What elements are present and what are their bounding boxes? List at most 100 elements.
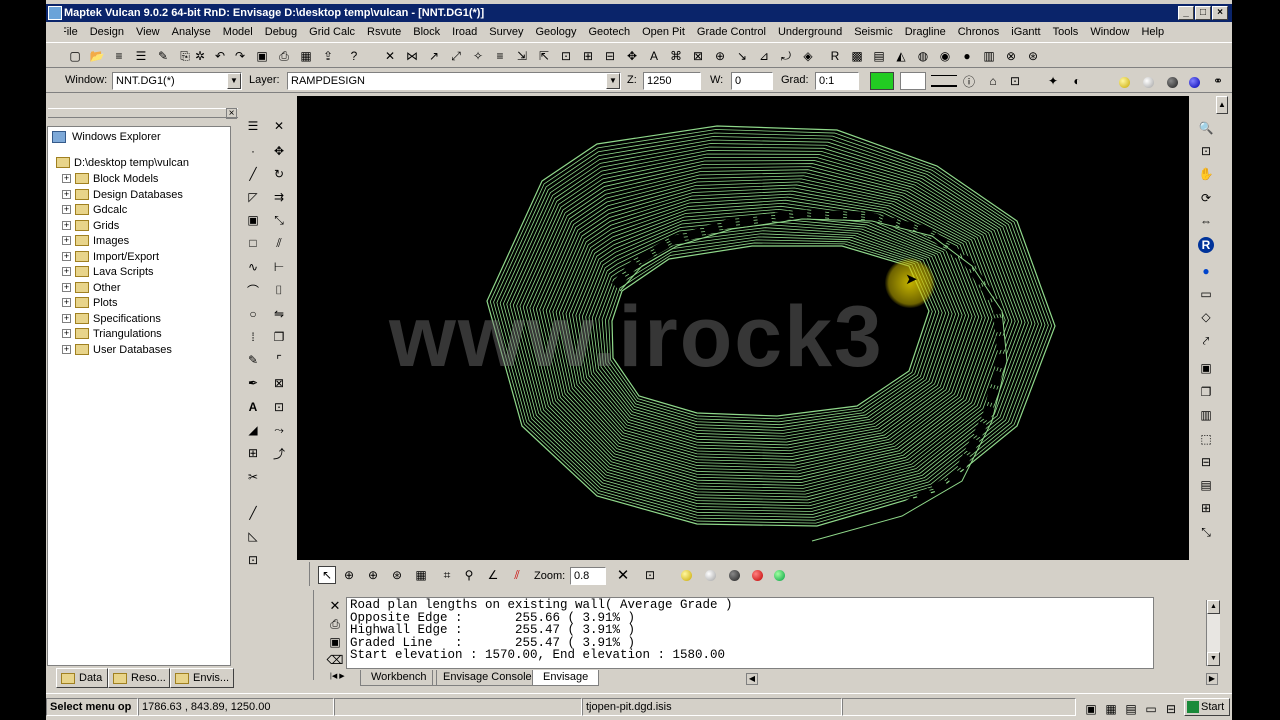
red-sphere-icon[interactable]: [752, 570, 763, 581]
menu-dragline[interactable]: Dragline: [899, 26, 952, 38]
tab-workbench[interactable]: Workbench: [360, 670, 438, 686]
undo-icon[interactable]: ↶: [211, 47, 229, 65]
console-scrollbar[interactable]: ▲ ▼: [1206, 600, 1220, 666]
menu-survey[interactable]: Survey: [483, 26, 529, 38]
status-icon-3[interactable]: ▤: [1122, 700, 1140, 718]
tree-item-triangulations[interactable]: + Triangulations: [62, 326, 162, 341]
menu-seismic[interactable]: Seismic: [848, 26, 899, 38]
image-tool-icon[interactable]: ▣: [243, 210, 263, 230]
design-tool-15-icon[interactable]: ⊕: [711, 47, 729, 65]
explorer-dock-grip[interactable]: [48, 108, 238, 118]
extend-icon[interactable]: ⊠: [269, 373, 289, 393]
close-icon[interactable]: ×: [226, 108, 237, 119]
menu-grade-control[interactable]: Grade Control: [691, 26, 772, 38]
erase-icon[interactable]: ⌫: [326, 651, 344, 669]
tab-first-icon[interactable]: |◀: [330, 672, 337, 686]
white-sphere-icon[interactable]: [705, 570, 716, 581]
menu-tools[interactable]: Tools: [1047, 26, 1085, 38]
status-icon-4[interactable]: ▭: [1142, 700, 1160, 718]
text-tool-icon[interactable]: A: [243, 397, 263, 417]
expand-icon[interactable]: +: [62, 205, 71, 214]
menu-igantt[interactable]: iGantt: [1005, 26, 1046, 38]
design-tool-16-icon[interactable]: ↘: [733, 47, 751, 65]
survey-icon[interactable]: ⚲: [460, 566, 478, 584]
view-2-icon[interactable]: ❐: [1196, 382, 1216, 402]
view-3-icon[interactable]: ▥: [1196, 405, 1216, 425]
tree-item-block-models[interactable]: + Block Models: [62, 171, 158, 186]
design-tool-17-icon[interactable]: ⊿: [755, 47, 773, 65]
bracket-icon[interactable]: ⌷: [269, 280, 289, 300]
expand-icon[interactable]: +: [62, 329, 71, 338]
tab-resources[interactable]: Reso...: [108, 668, 170, 688]
curve-tool-icon[interactable]: ∿: [243, 257, 263, 277]
menu-analyse[interactable]: Analyse: [166, 26, 217, 38]
tree-item-grids[interactable]: + Grids: [62, 218, 119, 233]
menu-chronos[interactable]: Chronos: [952, 26, 1006, 38]
view-4-icon[interactable]: ⬚: [1196, 429, 1216, 449]
design-tool-2-icon[interactable]: ⋈: [403, 47, 421, 65]
image-icon[interactable]: ▦: [297, 47, 315, 65]
grid-display-icon[interactable]: ▦: [412, 566, 430, 584]
rectangle-tool-icon[interactable]: □: [243, 233, 263, 253]
cancel-icon[interactable]: ✕: [614, 566, 632, 584]
copy-icon[interactable]: ❐: [269, 327, 289, 347]
design-tool-12-icon[interactable]: ✥: [623, 47, 641, 65]
view-7-icon[interactable]: ⊞: [1196, 498, 1216, 518]
expand-icon[interactable]: +: [62, 190, 71, 199]
measure-tool-icon[interactable]: ◺: [243, 526, 263, 546]
export-icon[interactable]: ⇪: [319, 47, 337, 65]
yellow-sphere-icon[interactable]: [1119, 77, 1130, 88]
info-icon[interactable]: ⓘ: [960, 72, 978, 90]
design-tool-11-icon[interactable]: ⊟: [601, 47, 619, 65]
tree-item-images[interactable]: + Images: [62, 233, 129, 248]
expand-icon[interactable]: +: [62, 267, 71, 276]
print-icon[interactable]: ⎙: [275, 47, 293, 65]
z-input[interactable]: 1250: [643, 72, 701, 90]
menu-view[interactable]: View: [130, 26, 166, 38]
zoom-input[interactable]: 0.8: [570, 567, 606, 585]
fill-tool-icon[interactable]: ◢: [243, 420, 263, 440]
scroll-down-icon[interactable]: ▼: [1207, 652, 1220, 666]
snap-line-icon[interactable]: ⊛: [388, 566, 406, 584]
blue-sphere-icon[interactable]: [1189, 77, 1200, 88]
offset-icon[interactable]: ⊡: [269, 397, 289, 417]
stack-icon[interactable]: ☰: [132, 47, 150, 65]
tree-root[interactable]: D:\desktop temp\vulcan: [56, 155, 189, 170]
close-button[interactable]: ×: [1212, 6, 1228, 20]
expand-icon[interactable]: +: [62, 221, 71, 230]
expand-icon[interactable]: +: [62, 345, 71, 354]
pattern-swatch[interactable]: [900, 72, 926, 90]
tree-item-gdcalc[interactable]: + Gdcalc: [62, 202, 127, 217]
tree-item-specifications[interactable]: + Specifications: [62, 311, 161, 326]
green-sphere-icon[interactable]: [774, 570, 785, 581]
snap-point-icon[interactable]: ⊕: [364, 566, 382, 584]
design-tool-4-icon[interactable]: ⤢: [447, 47, 465, 65]
zoom-window-icon[interactable]: ⊡: [1196, 141, 1216, 161]
triangulation-icon[interactable]: ◭: [892, 47, 910, 65]
design-tool-7-icon[interactable]: ⇲: [513, 47, 531, 65]
section-view-icon[interactable]: ◇: [1196, 307, 1216, 327]
menu-grid-calc[interactable]: Grid Calc: [303, 26, 361, 38]
scroll-up-icon[interactable]: ▲: [1216, 96, 1228, 114]
tab-next-icon[interactable]: ▶: [339, 672, 344, 686]
menu-geology[interactable]: Geology: [530, 26, 583, 38]
design-tool-3-icon[interactable]: ↗: [425, 47, 443, 65]
save-icon[interactable]: ▣: [326, 633, 344, 651]
hatch-icon[interactable]: ⫽: [508, 566, 526, 584]
start-button[interactable]: Start: [1184, 698, 1230, 716]
text-tool-icon[interactable]: A: [645, 47, 663, 65]
view-6-icon[interactable]: ▤: [1196, 475, 1216, 495]
white-sphere-icon[interactable]: [1143, 77, 1154, 88]
console-grip[interactable]: [298, 590, 314, 680]
expand-icon[interactable]: +: [62, 236, 71, 245]
pen-tool-icon[interactable]: ✒: [243, 373, 263, 393]
menu-rsvute[interactable]: Rsvute: [361, 26, 407, 38]
block-model-icon[interactable]: ▩: [848, 47, 866, 65]
rotate-icon[interactable]: ↻: [269, 164, 289, 184]
polygon-tool-icon[interactable]: ◸: [243, 187, 263, 207]
scroll-left-icon[interactable]: ◀: [746, 673, 758, 685]
tal-pac-2-icon[interactable]: ⊛: [1024, 47, 1042, 65]
status-icon-1[interactable]: ▣: [1082, 700, 1100, 718]
document-icon[interactable]: [46, 22, 64, 40]
status-icon-2[interactable]: ▦: [1102, 700, 1120, 718]
